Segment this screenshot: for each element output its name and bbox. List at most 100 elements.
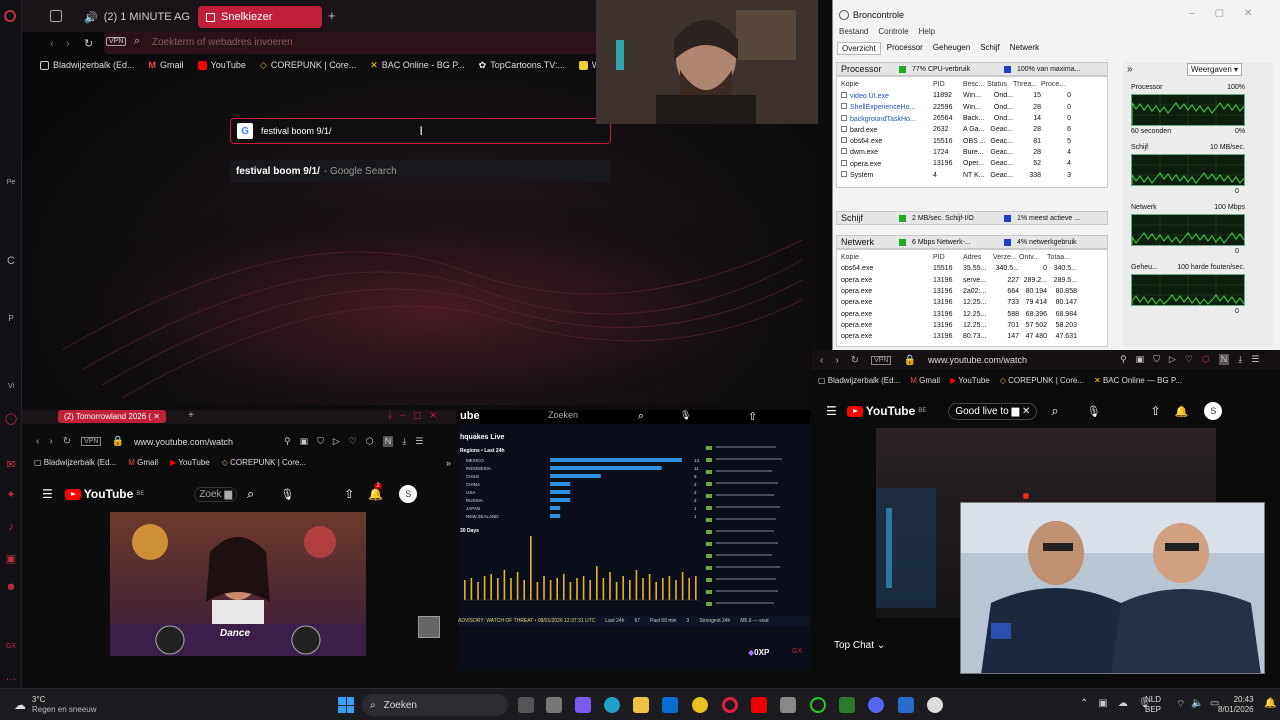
hamburger-icon[interactable]: ☰ <box>826 404 837 418</box>
bookmark-folder[interactable]: ▢ Bladwijzerbalk (Ed... <box>818 376 900 385</box>
row-checkbox[interactable] <box>841 103 847 110</box>
menu-file[interactable]: Bestand <box>839 27 868 36</box>
tab-tomorrowland[interactable]: (2) Tomorrowland 2026 ( ✕ <box>58 410 166 423</box>
views-dropdown[interactable]: Weergaven ▾ <box>1187 63 1243 76</box>
search-suggestion[interactable]: festival boom 9/1/ - Google Search <box>230 160 611 182</box>
heart-icon[interactable]: ♡ <box>349 436 357 447</box>
pip-video[interactable] <box>960 502 1265 674</box>
menu-monitor[interactable]: Controle <box>878 27 908 36</box>
sidebar-opera-icon[interactable]: ◯ <box>4 412 18 426</box>
new-tab-button[interactable]: + <box>328 8 336 23</box>
more-bookmarks-icon[interactable]: » <box>446 458 451 468</box>
column-header[interactable]: Besc... <box>963 81 987 88</box>
address-url[interactable]: www.youtube.com/watch <box>134 437 233 447</box>
bookmark-youtube[interactable]: ▶ YouTube <box>950 376 990 385</box>
discord-icon[interactable] <box>868 697 884 713</box>
maximize-icon[interactable]: ▢ <box>1215 8 1244 19</box>
reload-button[interactable]: ↻ <box>63 436 71 447</box>
chrome-icon[interactable] <box>692 697 708 713</box>
table-row[interactable]: System 4 NT K... Geac... 338 3 <box>841 169 1103 180</box>
table-row[interactable]: obs64.exe 15516 35.55... 340.5... 0 340.5... <box>841 263 1103 274</box>
edge-icon[interactable] <box>604 697 620 713</box>
sidebar-more-icon[interactable]: … <box>4 670 18 684</box>
opera-logo-icon[interactable] <box>4 10 16 22</box>
column-header[interactable]: Status <box>987 81 1013 88</box>
forward-button[interactable]: › <box>66 38 70 50</box>
clear-icon[interactable]: ✕ <box>1022 406 1030 417</box>
tab-overview[interactable]: Overzicht <box>837 42 881 55</box>
menu-icon[interactable]: ☰ <box>415 436 423 447</box>
address-bar[interactable]: VPN ⌕ Zoekterm of webadres invoeren <box>104 32 600 54</box>
reload-button[interactable]: ↻ <box>851 355 859 366</box>
clock[interactable]: 20:43 8/01/2026 <box>1218 695 1254 715</box>
bookmark-youtube[interactable]: ▶ YouTube <box>170 458 210 467</box>
expand-icon[interactable]: » <box>1127 64 1133 75</box>
opera-gx-icon[interactable] <box>722 697 738 713</box>
sidebar-c-icon[interactable]: C <box>4 254 18 268</box>
bookmark-folder[interactable]: Bladwijzerbalk (Ed... <box>40 60 135 70</box>
download-icon[interactable]: ⤓ <box>402 436 406 447</box>
video-thumbnail[interactable]: Dance <box>110 512 366 656</box>
sidebar-vi-icon[interactable]: Vi <box>4 380 18 394</box>
sidebar-discord-icon[interactable]: ☻ <box>4 580 18 594</box>
calculator-icon[interactable] <box>780 697 796 713</box>
onedrive-icon[interactable]: ☁ <box>1118 698 1128 709</box>
notifications-tray-icon[interactable]: 🔔 <box>1264 698 1276 709</box>
column-header[interactable]: PID <box>933 81 963 88</box>
row-checkbox[interactable] <box>841 148 847 155</box>
processor-header[interactable]: Processor 77% CPU-verbruik 100% van maxi… <box>836 62 1108 76</box>
bookmark-corepunk[interactable]: ◇ COREPUNK | Core... <box>260 60 356 71</box>
teams-icon[interactable] <box>575 697 591 713</box>
upload-icon[interactable]: ⇧ <box>344 487 354 501</box>
bookmark-bac[interactable]: ✕ BAC Online — BG P... <box>1094 376 1182 385</box>
column-header[interactable]: Kopie <box>841 254 933 261</box>
upload-icon[interactable]: ⇧ <box>1151 404 1161 418</box>
table-row[interactable]: dwm.exe 1724 Bure... Geac... 28 4 <box>841 147 1103 158</box>
tab-network[interactable]: Netwerk <box>1006 42 1043 55</box>
table-row[interactable]: opera.exe 13196 12.25... 733 79 414 80.147 <box>841 297 1103 308</box>
search-box[interactable]: Zoek ▆ <box>194 486 238 502</box>
mic-icon[interactable]: 🎙 <box>280 488 294 501</box>
search-icon[interactable]: ⌕ <box>1051 403 1058 419</box>
table-row[interactable]: opera.exe 13196 Oper... Geac... 52 4 <box>841 158 1103 169</box>
obs-icon[interactable] <box>810 697 826 713</box>
bookmark-folder[interactable]: ▢ Bladwijzerbalk (Ed... <box>34 458 116 467</box>
widgets-icon[interactable] <box>546 697 562 713</box>
hamburger-icon[interactable]: ☰ <box>42 487 53 501</box>
disk-header[interactable]: Schijf 2 MB/sec. Schijf-I/O 1% meest act… <box>836 211 1108 225</box>
network-header[interactable]: Netwerk 6 Mbps Netwerk-... 4% netwerkgeb… <box>836 235 1108 249</box>
table-row[interactable]: opera.exe 13196 12.25... 701 57 502 58.203 <box>841 320 1103 331</box>
heart-icon[interactable]: ♡ <box>1185 354 1193 365</box>
tab-disk[interactable]: Schijf <box>976 42 1004 55</box>
menu-help[interactable]: Help <box>919 27 935 36</box>
bookmark-corepunk[interactable]: ◇ COREPUNK | Core... <box>222 458 306 467</box>
tab-processor[interactable]: Processor <box>883 42 927 55</box>
sidebar-messenger-icon[interactable]: ✉ <box>4 458 18 472</box>
youtube-app-icon[interactable] <box>751 697 767 713</box>
tab-island-icon[interactable] <box>50 10 62 22</box>
notifications-icon[interactable]: 🔔 <box>1175 405 1189 418</box>
close-icon[interactable]: ✕ <box>1244 8 1272 19</box>
sidebar-page-icon[interactable]: Pe <box>4 176 18 190</box>
minimize-icon[interactable]: – <box>1189 8 1215 19</box>
column-header[interactable]: PID <box>933 254 963 261</box>
table-row[interactable]: backgroundTaskHo... 26564 Back... Ond... 14 0 <box>841 113 1103 124</box>
excel-icon[interactable] <box>839 697 855 713</box>
row-checkbox[interactable] <box>841 137 847 144</box>
taskbar-search[interactable]: ⌕ Zoeken <box>362 694 508 716</box>
play-icon[interactable]: ▷ <box>1169 354 1176 365</box>
avatar[interactable]: S <box>1204 402 1223 420</box>
table-row[interactable]: obs64.exe 15516 OBS ... Geac... 81 5 <box>841 135 1103 146</box>
screenshot-icon[interactable]: ▣ <box>300 436 309 447</box>
bookmark-corepunk[interactable]: ◇ COREPUNK | Core... <box>1000 376 1084 385</box>
outlook-icon[interactable] <box>662 697 678 713</box>
miniplayer-icon[interactable] <box>418 616 440 638</box>
table-row[interactable]: video.UI.exe 11892 Win... Ond... 15 0 <box>841 90 1103 101</box>
tab-memory[interactable]: Geheugen <box>929 42 974 55</box>
column-header[interactable]: Ontv... <box>1019 254 1047 261</box>
notion-icon[interactable]: N <box>1218 354 1230 365</box>
bookmark-gmail[interactable]: M Gmail <box>910 376 940 385</box>
row-checkbox[interactable] <box>841 91 847 98</box>
back-button[interactable]: ‹ <box>820 355 823 366</box>
pin-icon[interactable]: ⚲ <box>284 436 291 447</box>
